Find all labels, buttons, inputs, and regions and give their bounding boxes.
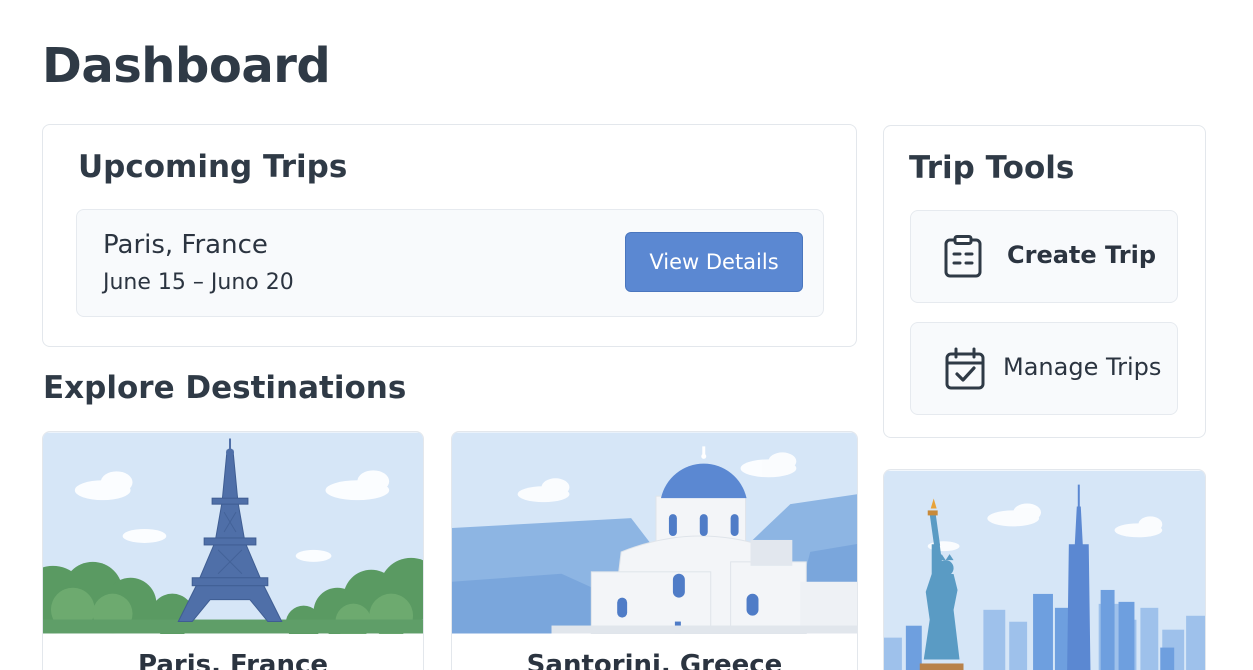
eiffel-tower-illustration — [43, 432, 423, 634]
trip-destination: Paris, France — [103, 230, 268, 260]
destination-name: Paris, France — [137, 650, 329, 670]
trip-row: Paris, France June 15 – Juno 20 View Det… — [76, 209, 824, 317]
destination-card-new-york[interactable] — [883, 469, 1206, 670]
upcoming-trips-heading: Upcoming Trips — [78, 149, 348, 185]
trip-tools-card: Trip Tools Create Trip Manage Trips — [883, 125, 1206, 438]
santorini-church-illustration — [452, 432, 857, 634]
manage-trips-button[interactable]: Manage Trips — [910, 322, 1178, 415]
explore-destinations-heading: Explore Destinations — [43, 370, 407, 406]
destination-card-paris[interactable]: Paris, France — [42, 431, 424, 670]
destination-name: Santorini, Greece — [526, 650, 783, 670]
manage-trips-label: Manage Trips — [1003, 353, 1162, 381]
page-title: Dashboard — [42, 38, 331, 94]
clipboard-list-icon — [944, 235, 982, 278]
new-york-statue-of-liberty-illustration — [884, 470, 1205, 670]
create-trip-button[interactable]: Create Trip — [910, 210, 1178, 303]
upcoming-trips-card: Upcoming Trips Paris, France June 15 – J… — [42, 124, 857, 347]
destination-card-santorini[interactable]: Santorini, Greece — [451, 431, 858, 670]
create-trip-label: Create Trip — [1007, 241, 1157, 269]
view-details-button[interactable]: View Details — [625, 232, 803, 292]
calendar-check-icon — [945, 347, 985, 390]
trip-dates: June 15 – Juno 20 — [103, 270, 294, 295]
trip-tools-heading: Trip Tools — [909, 150, 1075, 186]
